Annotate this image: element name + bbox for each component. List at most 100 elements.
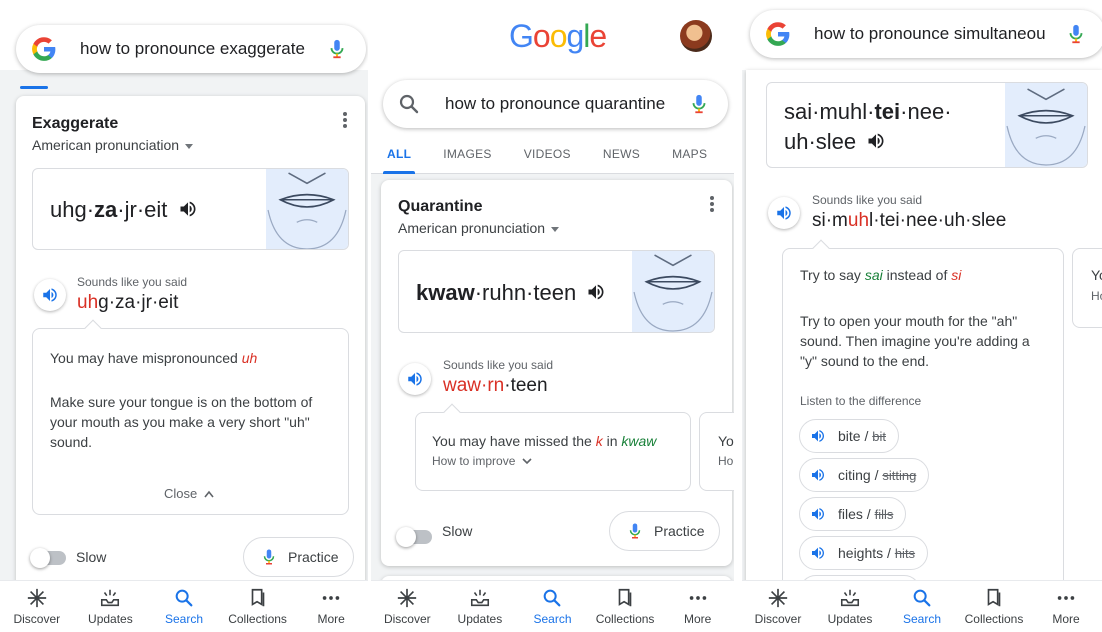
practice-button[interactable]: Practice <box>609 511 720 551</box>
listen-label: Listen to the difference <box>800 394 922 408</box>
dropdown-icon <box>551 226 560 232</box>
sounds-like-label: Sounds like you said <box>77 275 188 289</box>
speaker-icon[interactable] <box>178 199 198 219</box>
close-tip-button[interactable]: Close <box>164 486 214 501</box>
speaker-icon <box>810 506 826 522</box>
nav-collections[interactable]: Collections <box>589 581 662 632</box>
search-icon <box>541 587 563 609</box>
dropdown-icon <box>185 143 194 149</box>
tab-more[interactable]: S <box>723 134 734 174</box>
phonetic-spelling: kwaw·ruhn·teen <box>416 280 606 306</box>
panel-simultaneously: how to pronounce simultaneou sai·muhl·te… <box>742 0 1102 632</box>
mouth-diagram <box>632 251 714 332</box>
speaker-icon <box>810 545 826 561</box>
pronunciation-box: sai·muhl·tei·nee· uh·slee <box>766 82 1088 168</box>
nav-search[interactable]: Search <box>147 581 221 632</box>
speaker-icon[interactable] <box>586 282 606 302</box>
next-feedback-tip[interactable]: Yo Ho <box>1072 248 1102 328</box>
mic-icon[interactable] <box>1065 23 1087 45</box>
updates-icon <box>99 587 121 609</box>
more-options-icon[interactable] <box>710 196 714 212</box>
panel-exaggerate: how to pronounce exaggerate Exaggerate A… <box>0 0 368 632</box>
slow-toggle[interactable] <box>30 548 66 568</box>
nav-more[interactable]: More <box>1030 581 1102 632</box>
bottom-nav: Discover Updates Search Collections More <box>742 580 1102 632</box>
nav-more[interactable]: More <box>294 581 368 632</box>
compare-chip-heights[interactable]: heights / hits <box>799 536 929 570</box>
search-query[interactable]: how to pronounce quarantine <box>445 94 665 114</box>
tab-all[interactable]: ALL <box>371 134 427 174</box>
mic-icon <box>260 548 278 566</box>
feedback-tip: You may have missed the k in kwaw How to… <box>415 403 691 491</box>
compare-chip-files[interactable]: files / fills <box>799 497 907 531</box>
heard-pronunciation: si·muhl·tei·nee·uh·slee <box>812 210 1007 231</box>
nav-updates[interactable]: Updates <box>74 581 148 632</box>
slow-label: Slow <box>442 523 473 539</box>
mic-icon[interactable] <box>688 93 710 115</box>
tab-images[interactable]: IMAGES <box>427 134 507 174</box>
pronunciation-card: sai·muhl·tei·nee· uh·slee Sounds like yo… <box>746 70 1102 609</box>
tab-videos[interactable]: VIDEOS <box>508 134 587 174</box>
tip-body: Try to open your mouth for the "ah" soun… <box>800 313 1030 369</box>
nav-updates[interactable]: Updates <box>444 581 517 632</box>
mic-icon[interactable] <box>326 38 348 60</box>
dialect-selector[interactable]: American pronunciation <box>32 137 194 153</box>
more-icon <box>687 587 709 609</box>
search-tabs: ALL IMAGES VIDEOS NEWS MAPS S <box>371 134 734 174</box>
play-recording-button[interactable] <box>768 197 800 229</box>
search-bar[interactable]: how to pronounce exaggerate <box>16 25 366 73</box>
nav-discover[interactable]: Discover <box>0 581 74 632</box>
compare-chip-citing[interactable]: citing / sitting <box>799 458 930 492</box>
tab-news[interactable]: NEWS <box>587 134 656 174</box>
bottom-nav: Discover Updates Search Collections More <box>371 580 734 632</box>
next-feedback-tip[interactable]: Yo Ho <box>699 412 734 491</box>
nav-discover[interactable]: Discover <box>371 581 444 632</box>
word-title: Exaggerate <box>32 115 119 132</box>
speaker-icon <box>810 428 826 444</box>
speaker-icon <box>406 370 424 388</box>
search-icon <box>397 92 421 116</box>
search-query[interactable]: how to pronounce simultaneou <box>814 24 1059 44</box>
word-title: Quarantine <box>398 198 483 215</box>
compare-chip-bite[interactable]: bite / bit <box>799 419 899 453</box>
pronunciation-card: Exaggerate American pronunciation uhg·za… <box>16 96 365 596</box>
search-icon <box>911 587 933 609</box>
search-query[interactable]: how to pronounce exaggerate <box>80 39 305 59</box>
nav-collections[interactable]: Collections <box>221 581 295 632</box>
chevron-down-icon <box>522 458 532 465</box>
speaker-icon <box>775 204 793 222</box>
play-recording-button[interactable] <box>34 279 66 311</box>
avatar[interactable] <box>680 20 712 52</box>
nav-more[interactable]: More <box>661 581 734 632</box>
nav-discover[interactable]: Discover <box>742 581 814 632</box>
nav-search[interactable]: Search <box>886 581 958 632</box>
updates-icon <box>839 587 861 609</box>
more-options-icon[interactable] <box>343 112 347 128</box>
google-logo: Google <box>509 18 607 54</box>
phonetic-spelling: uhg·za·jr·eit <box>50 197 198 223</box>
updates-icon <box>469 587 491 609</box>
search-bar[interactable]: how to pronounce simultaneou <box>750 10 1102 58</box>
how-to-improve-link[interactable]: How to improve <box>432 454 532 468</box>
nav-updates[interactable]: Updates <box>814 581 886 632</box>
slow-toggle[interactable] <box>396 527 432 547</box>
nav-search[interactable]: Search <box>516 581 589 632</box>
speaker-icon <box>41 286 59 304</box>
heard-pronunciation: waw·rn·teen <box>443 375 548 396</box>
google-g-icon <box>30 35 58 63</box>
nav-collections[interactable]: Collections <box>958 581 1030 632</box>
play-recording-button[interactable] <box>399 363 431 395</box>
slow-label: Slow <box>76 549 107 565</box>
collections-icon <box>247 587 269 609</box>
dialect-selector[interactable]: American pronunciation <box>398 220 560 236</box>
speaker-icon[interactable] <box>866 131 886 151</box>
tab-maps[interactable]: MAPS <box>656 134 723 174</box>
feedback-tip: You may have mispronounced uh Make sure … <box>32 319 349 515</box>
search-bar[interactable]: how to pronounce quarantine <box>383 80 728 128</box>
practice-button[interactable]: Practice <box>243 537 354 577</box>
speaker-icon <box>810 467 826 483</box>
mouth-diagram <box>266 169 348 249</box>
collections-icon <box>614 587 636 609</box>
pronunciation-card: Quarantine American pronunciation kwaw·r… <box>381 180 734 566</box>
pronunciation-box: kwaw·ruhn·teen <box>398 250 715 333</box>
